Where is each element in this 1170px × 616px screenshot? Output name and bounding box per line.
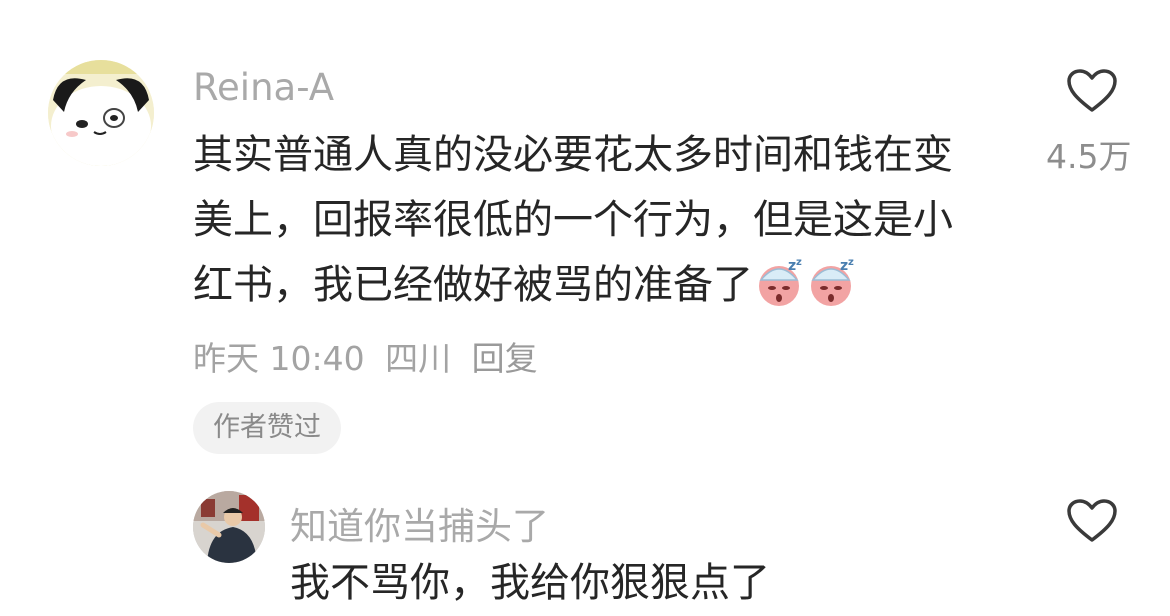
comment-text: 其实普通人真的没必要花太多时间和钱在变 美上，回报率很低的一个行为，但是这是小 … bbox=[193, 123, 1023, 318]
heart-icon[interactable] bbox=[1066, 498, 1118, 544]
svg-text:z: z bbox=[788, 258, 796, 274]
sleepy-face-icon: z z bbox=[811, 257, 854, 306]
comment-username[interactable]: Reina-A bbox=[193, 66, 334, 109]
comment-line-last: 红书，我已经做好被骂的准备了 z z z z bbox=[193, 253, 1023, 318]
reply-username[interactable]: 知道你当捕头了 bbox=[290, 496, 549, 550]
heart-icon[interactable] bbox=[1066, 68, 1118, 114]
reply-button[interactable]: 回复 bbox=[472, 339, 538, 378]
panda-avatar-icon bbox=[48, 60, 154, 166]
reply-avatar[interactable] bbox=[193, 491, 265, 563]
svg-text:z: z bbox=[840, 258, 848, 274]
comment-meta: 昨天 10:40 四川 回复 bbox=[193, 332, 548, 380]
svg-text:z: z bbox=[796, 257, 802, 268]
reply-text: 我不骂你，我给你狠狠点了 bbox=[290, 560, 770, 606]
comment-location: 四川 bbox=[385, 339, 452, 378]
avatar[interactable] bbox=[48, 60, 154, 166]
author-liked-badge: 作者赞过 bbox=[193, 402, 341, 454]
like-count: 4.5万 bbox=[1046, 137, 1132, 176]
comment-line: 美上，回报率很低的一个行为，但是这是小 bbox=[193, 197, 953, 243]
comment-line: 其实普通人真的没必要花太多时间和钱在变 bbox=[193, 132, 953, 178]
svg-text:z: z bbox=[848, 257, 854, 268]
comment-time: 昨天 10:40 bbox=[193, 339, 365, 378]
comment-line-text: 红书，我已经做好被骂的准备了 bbox=[193, 262, 753, 308]
person-avatar-icon bbox=[193, 491, 265, 563]
sleepy-face-icon: z z bbox=[759, 257, 802, 306]
